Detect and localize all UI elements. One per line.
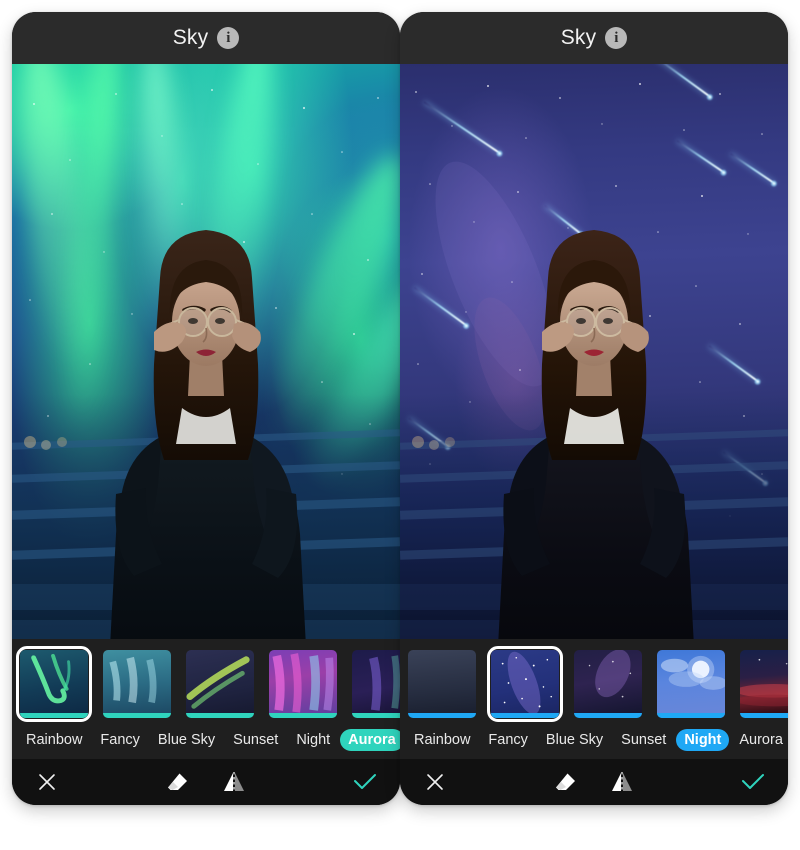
eraser-icon[interactable] [165, 769, 191, 795]
checkmark-icon[interactable] [352, 769, 378, 795]
photo-canvas-left[interactable] [12, 64, 400, 639]
thumbnail-bluesky[interactable] [570, 646, 646, 722]
thumbnail-night[interactable] [736, 646, 788, 722]
thumbnail-row-right[interactable] [400, 646, 788, 722]
category-sunset[interactable]: Sunset [225, 729, 286, 751]
close-x-icon[interactable] [422, 769, 448, 795]
category-aurora[interactable]: Aurora [340, 729, 400, 751]
portrait-subject-left [12, 64, 400, 639]
thumbnail-rainbow[interactable] [404, 646, 480, 722]
close-x-icon[interactable] [34, 769, 60, 795]
thumbnail-fancy[interactable] [99, 646, 175, 722]
header-bar-right: Sky i [400, 12, 788, 64]
portrait-subject-right [400, 64, 788, 639]
mirror-flip-icon[interactable] [221, 769, 247, 795]
category-rainbow[interactable]: Rainbow [18, 729, 90, 751]
thumbnail-row-left[interactable] [12, 646, 400, 722]
category-fancy[interactable]: Fancy [480, 729, 536, 751]
category-sunset[interactable]: Sunset [613, 729, 674, 751]
category-aurora[interactable]: Aurora [731, 729, 788, 751]
category-night[interactable]: Night [676, 729, 730, 751]
thumbnail-bluesky[interactable] [182, 646, 258, 722]
category-bluesky[interactable]: Blue Sky [150, 729, 223, 751]
edit-toolbar-right[interactable] [400, 759, 788, 805]
header-bar-left: Sky i [12, 12, 400, 64]
category-row-right[interactable]: Rainbow Fancy Blue Sky Sunset Night Auro… [400, 722, 788, 759]
thumbnail-rainbow[interactable] [16, 646, 92, 722]
phone-panel-left: Sky i Rainbow Fancy Blue Sky Sunset Nigh… [12, 12, 400, 805]
category-fancy[interactable]: Fancy [92, 729, 148, 751]
page-title: Sky [172, 26, 209, 49]
eraser-icon[interactable] [553, 769, 579, 795]
info-circle-icon[interactable]: i [217, 27, 240, 49]
sky-filmstrip-left[interactable]: Rainbow Fancy Blue Sky Sunset Night Auro… [12, 639, 400, 759]
checkmark-icon[interactable] [740, 769, 766, 795]
category-rainbow[interactable]: Rainbow [406, 729, 478, 751]
edit-toolbar-left[interactable] [12, 759, 400, 805]
thumbnail-night[interactable] [348, 646, 400, 722]
mirror-flip-icon[interactable] [609, 769, 635, 795]
category-row-left[interactable]: Rainbow Fancy Blue Sky Sunset Night Auro… [12, 722, 400, 759]
thumbnail-sunset[interactable] [265, 646, 341, 722]
photo-canvas-right[interactable] [400, 64, 788, 639]
sky-filmstrip-right[interactable]: Rainbow Fancy Blue Sky Sunset Night Auro… [400, 639, 788, 759]
phone-panel-right: Sky i Rainbow Fancy Blue Sky Sunset Nigh… [400, 12, 788, 805]
page-title: Sky [560, 26, 597, 49]
category-night[interactable]: Night [288, 729, 338, 751]
screenshot-root: Sky i Rainbow Fancy Blue Sky Sunset Nigh… [0, 0, 800, 850]
category-bluesky[interactable]: Blue Sky [538, 729, 611, 751]
thumbnail-sunset[interactable] [653, 646, 729, 722]
thumbnail-fancy[interactable] [487, 646, 563, 722]
info-circle-icon[interactable]: i [605, 27, 628, 49]
